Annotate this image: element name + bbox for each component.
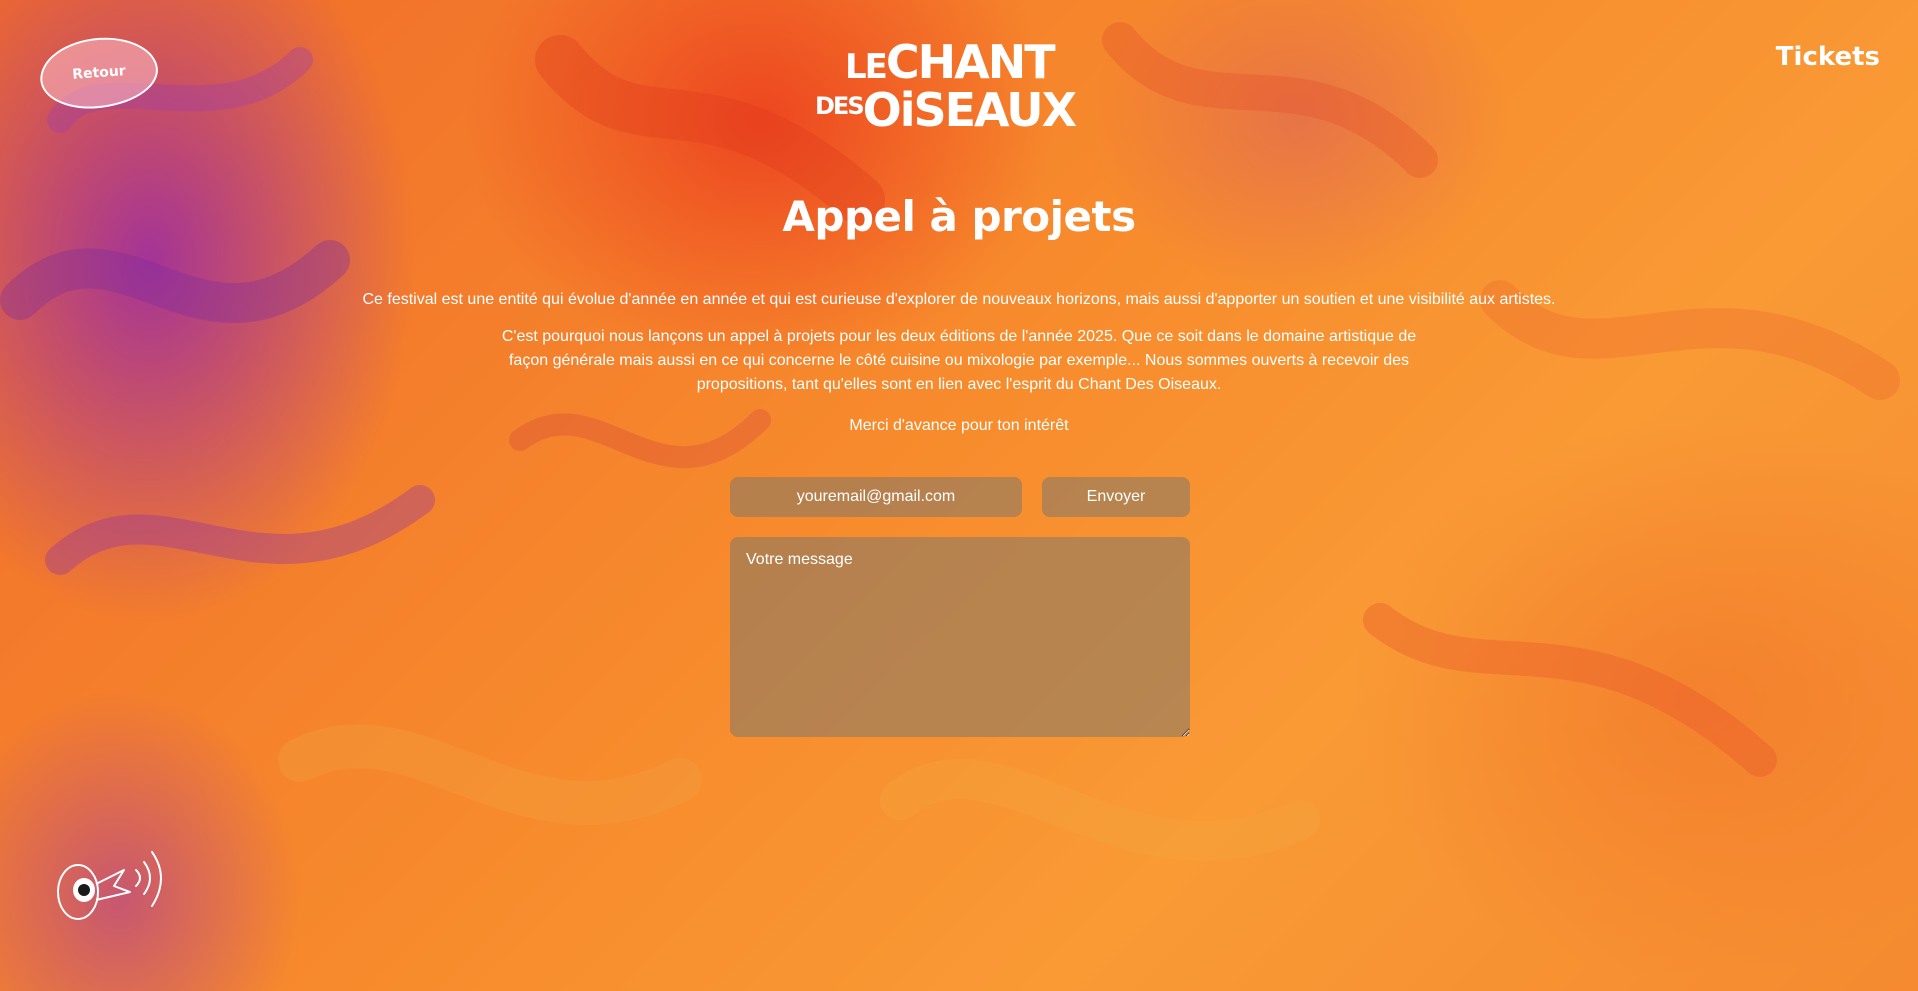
- logo-line-2: DESOiSEAUX: [815, 83, 1077, 137]
- intro-paragraph-1: Ce festival est une entité qui évolue d'…: [362, 291, 1556, 308]
- back-button-label: Retour: [71, 63, 127, 83]
- intro-text: Ce festival est une entité qui évolue d'…: [0, 289, 1918, 437]
- logo-word-le: LE: [845, 47, 888, 87]
- bird-sound-icon: [57, 851, 162, 920]
- email-field[interactable]: [730, 477, 1022, 517]
- back-button[interactable]: Retour: [37, 33, 161, 113]
- intro-paragraph-2: C'est pourquoi nous lançons un appel à p…: [501, 328, 1417, 393]
- send-button[interactable]: Envoyer: [1042, 477, 1190, 517]
- message-field[interactable]: [730, 537, 1190, 737]
- sound-toggle-button[interactable]: [52, 848, 168, 928]
- tickets-link[interactable]: Tickets: [1776, 42, 1880, 72]
- intro-paragraph-3: Merci d'avance pour ton intérêt: [849, 417, 1069, 434]
- logo-word-des: DES: [815, 92, 865, 120]
- logo-word-oiseaux: OiSEAUX: [862, 83, 1077, 137]
- page-title: Appel à projets: [782, 192, 1136, 241]
- logo-word-chant: CHANT: [885, 35, 1056, 89]
- logo-line-1: LECHANT: [845, 35, 1056, 89]
- festival-logo[interactable]: LECHANT DESOiSEAUX: [815, 35, 1080, 140]
